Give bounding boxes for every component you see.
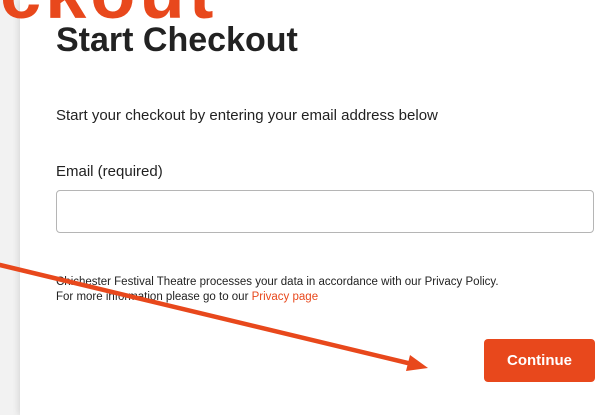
privacy-notice: Chichester Festival Theatre processes yo…	[56, 275, 601, 305]
email-label: Email (required)	[56, 163, 163, 180]
privacy-notice-line2: For more information please go to our	[56, 291, 249, 303]
continue-button[interactable]: Continue	[484, 339, 595, 382]
email-field[interactable]	[56, 190, 594, 233]
privacy-page-link[interactable]: Privacy page	[252, 291, 318, 303]
page-title: Start Checkout	[56, 21, 298, 59]
privacy-notice-line1: Chichester Festival Theatre processes yo…	[56, 276, 499, 288]
checkout-intro-text: Start your checkout by entering your ema…	[56, 107, 438, 124]
page-background	[0, 0, 20, 415]
